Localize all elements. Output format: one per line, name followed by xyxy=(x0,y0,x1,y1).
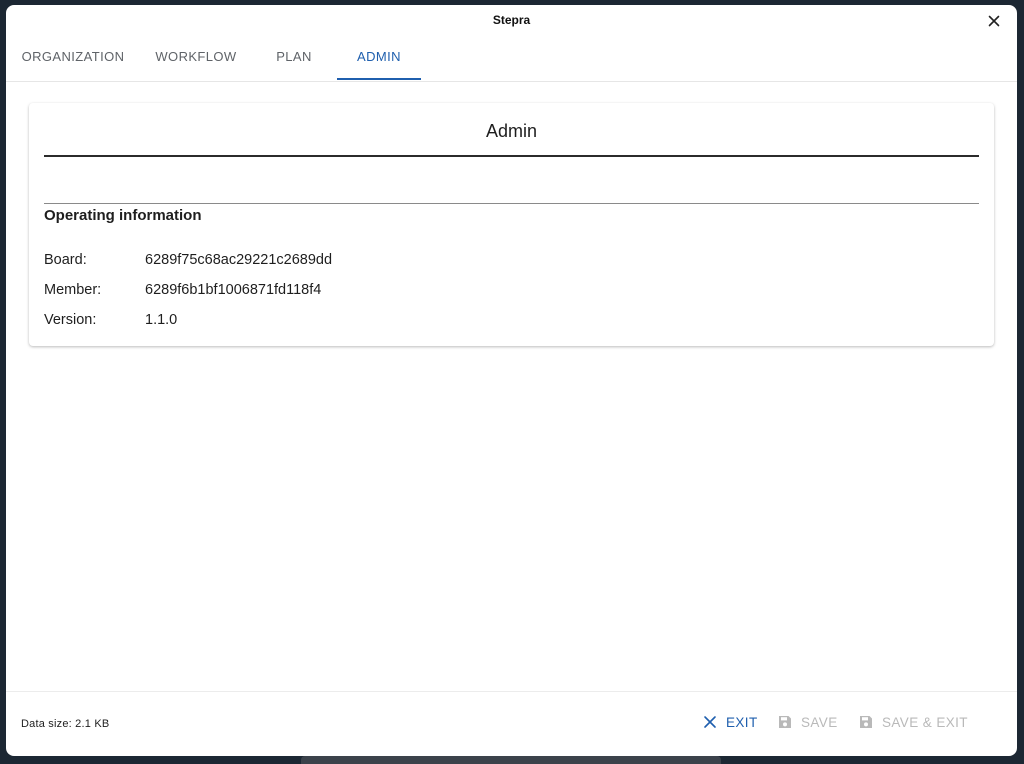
tab-plan[interactable]: PLAN xyxy=(265,35,323,80)
tab-organization[interactable]: ORGANIZATION xyxy=(12,35,134,80)
floppy-disk-icon xyxy=(860,716,872,728)
section-divider xyxy=(44,203,979,204)
tab-admin[interactable]: ADMIN xyxy=(337,35,421,80)
taskbar-peek xyxy=(301,756,721,764)
exit-button[interactable]: EXIT xyxy=(702,710,758,736)
save-button[interactable]: SAVE xyxy=(777,710,838,736)
footer-bar: Data size: 2.1 KB EXIT SAVE SAVE & EXIT xyxy=(6,691,1017,756)
title-bar: Stepra xyxy=(6,5,1017,35)
app-title: Stepra xyxy=(492,13,531,27)
board-label: Board: xyxy=(44,252,87,268)
card-title: Admin xyxy=(485,121,538,141)
close-button[interactable] xyxy=(985,12,1003,30)
app-dialog: Stepra ORGANIZATION WORKFLOW PLAN ADMIN … xyxy=(6,5,1017,756)
exit-label: EXIT xyxy=(726,715,758,730)
save-and-exit-button[interactable]: SAVE & EXIT xyxy=(858,710,968,736)
version-label: Version: xyxy=(44,312,97,328)
tab-workflow[interactable]: WORKFLOW xyxy=(147,35,245,80)
admin-card: Admin Operating information Board: 6289f… xyxy=(29,103,994,346)
member-value: 6289f6b1bf1006871fd118f4 xyxy=(145,282,322,298)
version-value: 1.1.0 xyxy=(145,312,178,328)
board-value: 6289f75c68ac29221c2689dd xyxy=(145,252,333,268)
title-divider xyxy=(44,155,979,157)
data-size-label: Data size: 2.1 KB xyxy=(21,718,110,730)
close-icon xyxy=(704,716,716,728)
section-heading: Operating information xyxy=(44,207,202,224)
floppy-disk-icon xyxy=(779,716,791,728)
tab-bar: ORGANIZATION WORKFLOW PLAN ADMIN xyxy=(6,35,1017,82)
save-label: SAVE xyxy=(801,715,838,730)
close-icon xyxy=(988,15,1000,27)
save-and-exit-label: SAVE & EXIT xyxy=(882,715,968,730)
member-label: Member: xyxy=(44,282,102,298)
